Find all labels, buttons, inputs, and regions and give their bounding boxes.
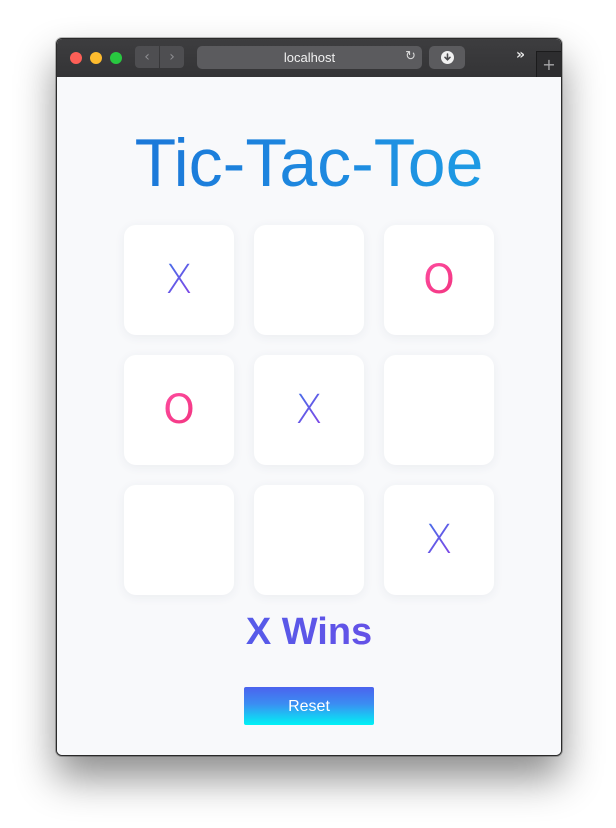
browser-toolbar: ‹ › localhost ↻ » + bbox=[57, 39, 561, 78]
more-tabs-icon[interactable]: » bbox=[516, 47, 525, 63]
chevron-left-icon: ‹ bbox=[144, 49, 150, 65]
board-cell[interactable] bbox=[124, 485, 234, 595]
board-cell[interactable]: X bbox=[254, 355, 364, 465]
board-cell[interactable]: O bbox=[124, 355, 234, 465]
download-icon bbox=[441, 51, 454, 64]
address-bar[interactable]: localhost ↻ bbox=[197, 46, 422, 69]
chevron-right-icon: › bbox=[169, 49, 175, 65]
browser-window: ‹ › localhost ↻ » + Tic-Tac-Toe X O O X … bbox=[56, 38, 562, 756]
close-window-button[interactable] bbox=[70, 52, 82, 64]
game-status: X Wins bbox=[57, 610, 561, 654]
new-tab-button[interactable]: + bbox=[536, 51, 561, 78]
cell-mark: X bbox=[295, 387, 323, 433]
board-cell[interactable]: X bbox=[124, 225, 234, 335]
url-text: localhost bbox=[283, 50, 336, 65]
board-cell[interactable] bbox=[254, 485, 364, 595]
page-content: Tic-Tac-Toe X O O X X X Wins Reset bbox=[57, 77, 561, 755]
board-cell[interactable] bbox=[384, 355, 494, 465]
cell-mark: X bbox=[165, 257, 193, 303]
downloads-button[interactable] bbox=[429, 46, 465, 69]
minimize-window-button[interactable] bbox=[90, 52, 102, 64]
zoom-window-button[interactable] bbox=[110, 52, 122, 64]
back-button[interactable]: ‹ bbox=[135, 46, 159, 68]
board-cell[interactable]: X bbox=[384, 485, 494, 595]
reset-button[interactable]: Reset bbox=[244, 687, 374, 725]
reload-icon[interactable]: ↻ bbox=[405, 49, 416, 64]
forward-button[interactable]: › bbox=[160, 46, 184, 68]
board-cell[interactable] bbox=[254, 225, 364, 335]
cell-mark: X bbox=[425, 517, 453, 563]
page-title: Tic-Tac-Toe bbox=[57, 125, 561, 201]
game-board: X O O X X bbox=[124, 225, 494, 595]
cell-mark: O bbox=[163, 387, 195, 433]
board-cell[interactable]: O bbox=[384, 225, 494, 335]
cell-mark: O bbox=[423, 257, 455, 303]
plus-icon: + bbox=[542, 55, 556, 74]
